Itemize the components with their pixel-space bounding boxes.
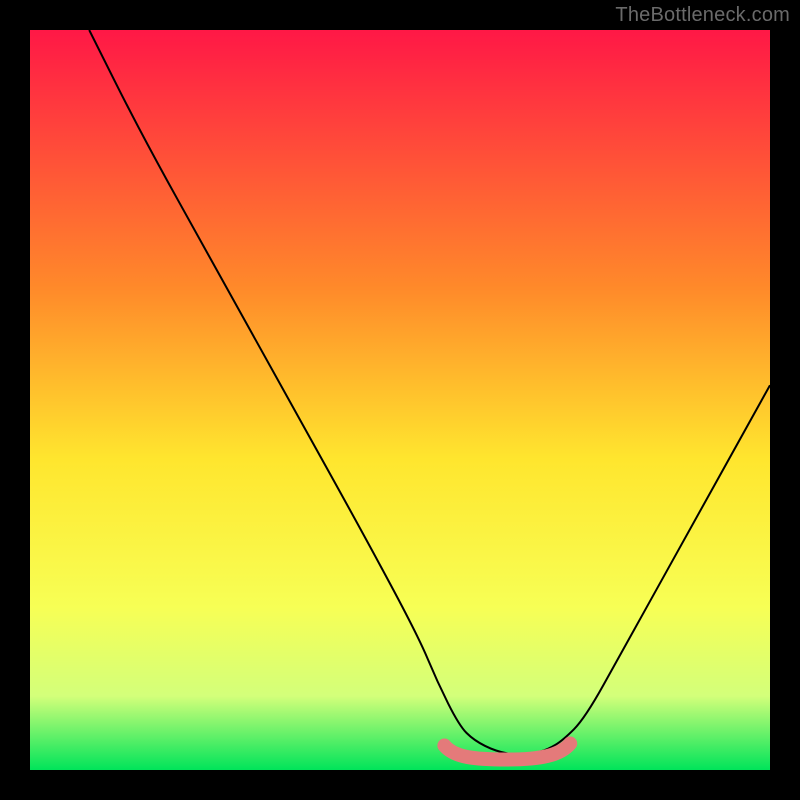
watermark-text: TheBottleneck.com — [615, 4, 790, 27]
chart-svg — [30, 30, 770, 770]
chart-frame: TheBottleneck.com — [0, 0, 800, 800]
plot-background — [30, 30, 770, 770]
plot-area — [30, 30, 770, 770]
